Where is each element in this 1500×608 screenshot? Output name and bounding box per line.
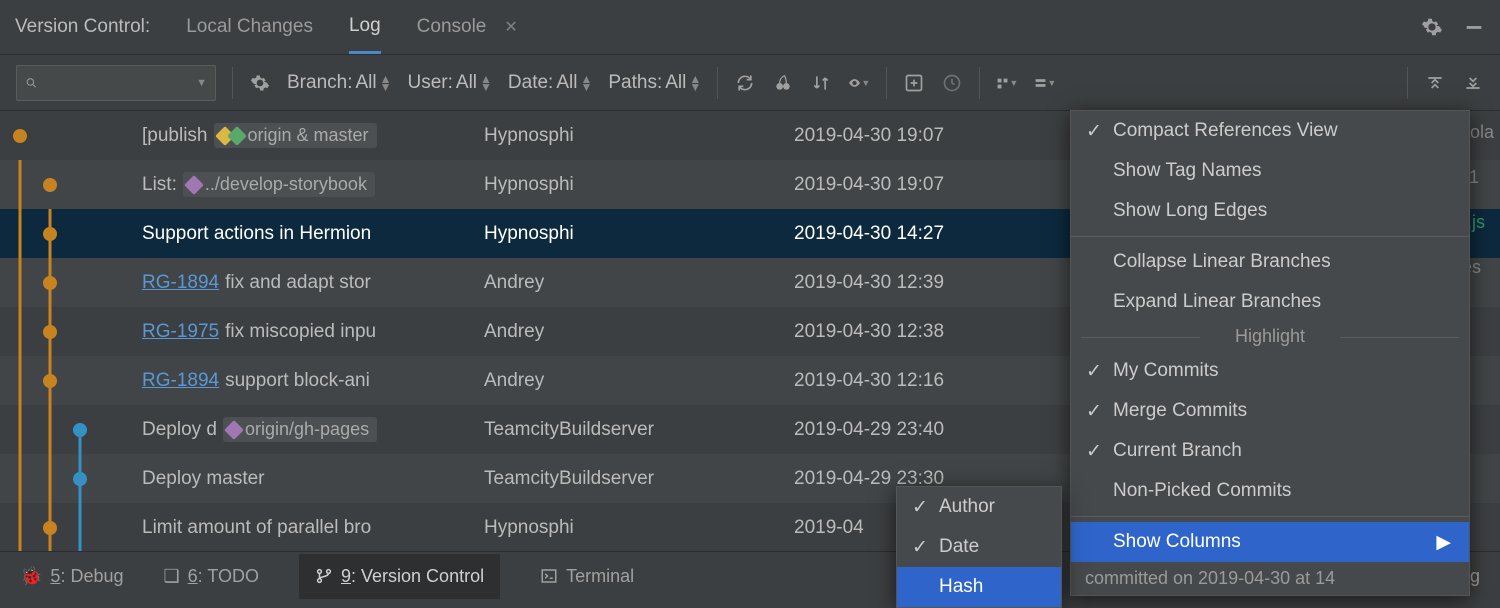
expand-all-icon[interactable] xyxy=(1462,72,1484,94)
filter-user[interactable]: User: All▲▼ xyxy=(408,72,492,94)
show-columns-submenu: ✓Author ✓Date Hash xyxy=(896,486,1062,608)
issue-link[interactable]: RG-1894 xyxy=(142,272,219,294)
filter-date[interactable]: Date: All▲▼ xyxy=(508,72,592,94)
cherry-pick-icon[interactable] xyxy=(772,72,794,94)
log-toolbar: ▼ Branch: All▲▼ User: All▲▼ Date: All▲▼ … xyxy=(0,55,1500,111)
commit-date: 2019-04-30 14:27 xyxy=(794,223,1054,245)
statusbar-version-control[interactable]: 9: Version Control xyxy=(299,554,500,599)
menu-expand-linear[interactable]: Expand Linear Branches xyxy=(1071,282,1469,322)
commit-author: Hypnosphi xyxy=(484,223,794,245)
commit-message: Limit amount of parallel bro xyxy=(142,517,371,539)
tab-log[interactable]: Log xyxy=(349,1,381,54)
commit-message: support block-ani xyxy=(225,370,370,392)
search-input[interactable]: ▼ xyxy=(16,65,216,101)
close-tab-icon[interactable]: ✕ xyxy=(504,17,517,37)
open-new-tab-icon[interactable] xyxy=(903,72,925,94)
commit-message: fix miscopied inpu xyxy=(225,321,376,343)
refresh-icon[interactable] xyxy=(734,72,756,94)
statusbar-debug[interactable]: 🐞 5: Debug xyxy=(20,566,123,587)
commit-author: Hypnosphi xyxy=(484,517,794,539)
commit-detail-text: committed on 2019-04-30 at 14 xyxy=(1071,562,1469,595)
ref-badge[interactable]: origin/gh-pages xyxy=(223,417,377,442)
commit-message: [publish xyxy=(142,125,208,147)
menu-merge-commits[interactable]: ✓Merge Commits xyxy=(1071,391,1469,431)
menu-heading-highlight: Highlight xyxy=(1071,322,1469,351)
commit-author: TeamcityBuildserver xyxy=(484,419,794,441)
submenu-hash[interactable]: Hash xyxy=(897,567,1061,607)
ref-badge[interactable]: ../develop-storybook xyxy=(183,172,375,197)
branch-icon xyxy=(315,567,333,585)
menu-show-long-edges[interactable]: Show Long Edges xyxy=(1071,191,1469,231)
commit-date: 2019-04-30 12:16 xyxy=(794,370,1054,392)
gear-icon[interactable] xyxy=(249,72,271,94)
issue-link[interactable]: RG-1975 xyxy=(142,321,219,343)
menu-collapse-linear[interactable]: Collapse Linear Branches xyxy=(1071,242,1469,282)
statusbar-terminal[interactable]: Terminal xyxy=(540,566,634,587)
toolwindow-title: Version Control: xyxy=(15,16,150,38)
list-icon: ❏ xyxy=(163,566,179,587)
collapse-all-icon[interactable] xyxy=(1424,72,1446,94)
commit-author: Hypnosphi xyxy=(484,174,794,196)
commit-message: Support actions in Hermion xyxy=(142,223,371,245)
commit-author: Hypnosphi xyxy=(484,125,794,147)
menu-current-branch[interactable]: ✓Current Branch xyxy=(1071,431,1469,471)
history-icon[interactable] xyxy=(941,72,963,94)
presentation-settings-menu: ✓Compact References View Show Tag Names … xyxy=(1070,110,1470,596)
commit-author: TeamcityBuildserver xyxy=(484,468,794,490)
menu-show-tag-names[interactable]: Show Tag Names xyxy=(1071,151,1469,191)
eye-icon[interactable]: ▼ xyxy=(848,72,870,94)
expand-icon[interactable]: ▼ xyxy=(1034,72,1056,94)
commit-message: List: xyxy=(142,174,177,196)
submenu-arrow-icon: ▶ xyxy=(1436,531,1451,554)
commit-date: 2019-04-30 19:07 xyxy=(794,125,1054,147)
menu-compact-refs[interactable]: ✓Compact References View xyxy=(1071,111,1469,151)
bug-icon: 🐞 xyxy=(20,566,42,587)
commit-author: Andrey xyxy=(484,272,794,294)
statusbar-todo[interactable]: ❏ 6: TODO xyxy=(163,566,259,587)
menu-my-commits[interactable]: ✓My Commits xyxy=(1071,351,1469,391)
commit-date: 2019-04-29 23:40 xyxy=(794,419,1054,441)
tab-console[interactable]: Console xyxy=(417,2,487,52)
tab-local-changes[interactable]: Local Changes xyxy=(186,2,313,52)
terminal-icon xyxy=(540,567,558,585)
commit-message: Deploy master xyxy=(142,468,265,490)
commit-date: 2019-04-30 19:07 xyxy=(794,174,1054,196)
issue-link[interactable]: RG-1894 xyxy=(142,370,219,392)
commit-message: Deploy d xyxy=(142,419,217,441)
collapse-icon[interactable]: ▼ xyxy=(996,72,1018,94)
ref-badge[interactable]: origin & master xyxy=(214,123,377,148)
filter-branch[interactable]: Branch: All▲▼ xyxy=(287,72,392,94)
menu-non-picked[interactable]: Non-Picked Commits xyxy=(1071,471,1469,511)
commit-author: Andrey xyxy=(484,370,794,392)
filter-paths[interactable]: Paths: All▲▼ xyxy=(608,72,701,94)
minimize-icon[interactable] xyxy=(1463,16,1485,38)
commit-date: 2019-04-30 12:38 xyxy=(794,321,1054,343)
submenu-date[interactable]: ✓Date xyxy=(897,527,1061,567)
gear-icon[interactable] xyxy=(1421,16,1443,38)
commit-author: Andrey xyxy=(484,321,794,343)
submenu-author[interactable]: ✓Author xyxy=(897,487,1061,527)
intellisort-icon[interactable] xyxy=(810,72,832,94)
menu-show-columns[interactable]: Show Columns▶ xyxy=(1071,522,1469,562)
commit-date: 2019-04-30 12:39 xyxy=(794,272,1054,294)
commit-message: fix and adapt stor xyxy=(225,272,371,294)
